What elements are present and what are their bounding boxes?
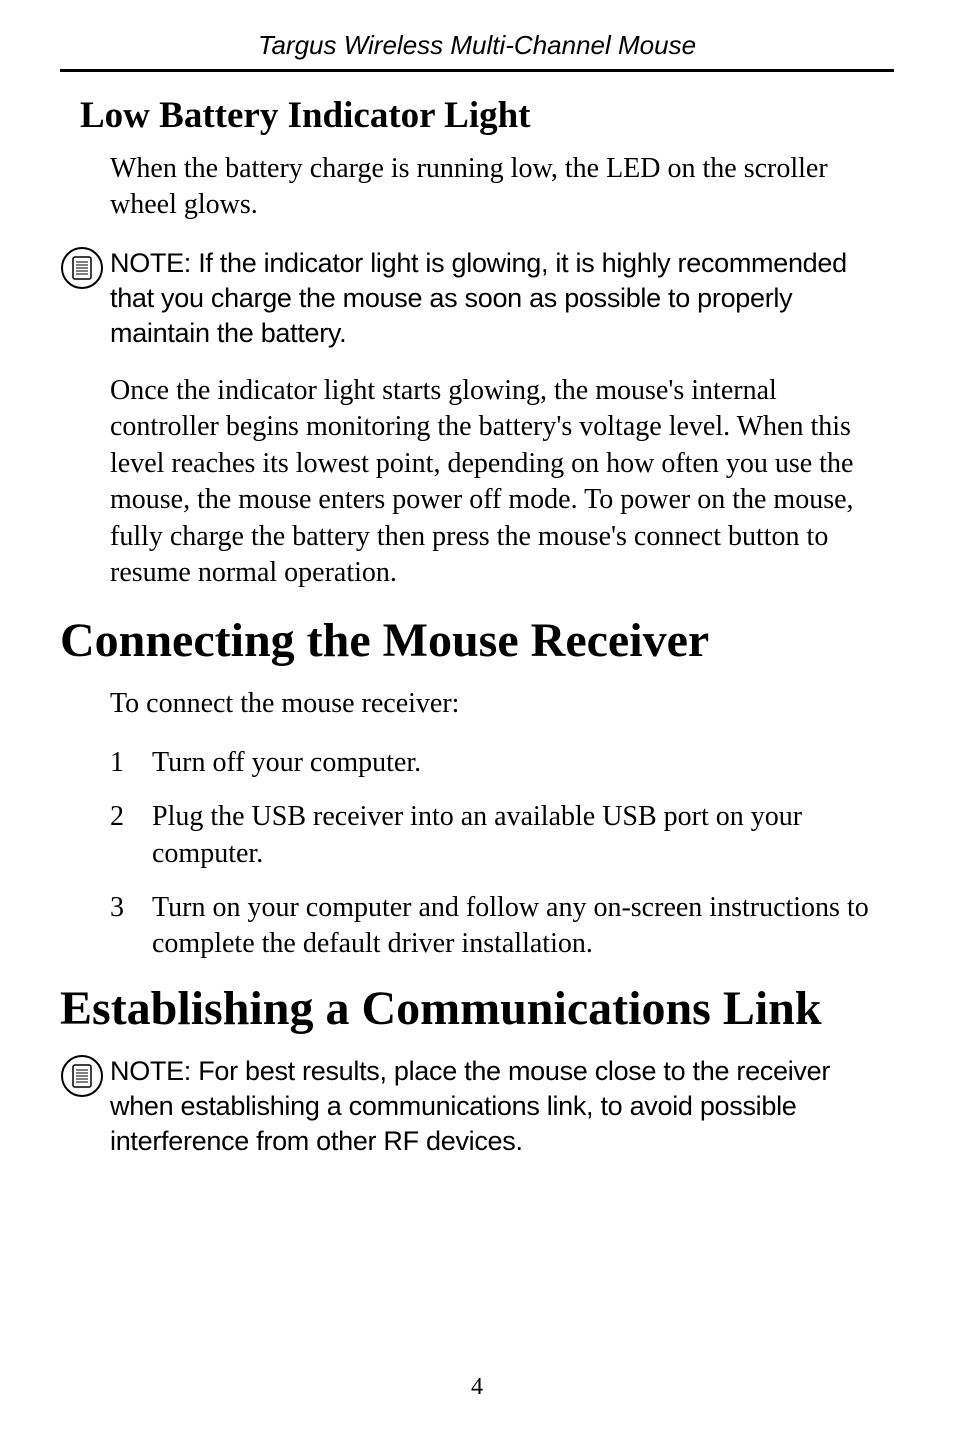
document-header: Targus Wireless Multi-Channel Mouse bbox=[60, 30, 894, 69]
establishing-heading: Establishing a Communications Link bbox=[60, 981, 894, 1036]
low-battery-para1: When the battery charge is running low, … bbox=[110, 151, 884, 224]
note-block-2: NOTE: For best results, place the mouse … bbox=[60, 1054, 894, 1159]
connecting-heading: Connecting the Mouse Receiver bbox=[60, 613, 894, 668]
step-text: Turn on your computer and follow any on-… bbox=[152, 890, 884, 963]
step-text: Plug the USB receiver into an available … bbox=[152, 799, 884, 872]
step-number: 1 bbox=[110, 745, 152, 781]
note-block-1: NOTE: If the indicator light is glowing,… bbox=[60, 246, 894, 351]
note-text-1: NOTE: If the indicator light is glowing,… bbox=[110, 246, 894, 351]
steps-list: 1 Turn off your computer. 2 Plug the USB… bbox=[110, 745, 884, 963]
note-icon bbox=[60, 1054, 110, 1103]
step-text: Turn off your computer. bbox=[152, 745, 884, 781]
connecting-intro: To connect the mouse receiver: bbox=[110, 686, 884, 722]
list-item: 2 Plug the USB receiver into an availabl… bbox=[110, 799, 884, 872]
low-battery-heading: Low Battery Indicator Light bbox=[80, 94, 894, 137]
list-item: 3 Turn on your computer and follow any o… bbox=[110, 890, 884, 963]
note-icon bbox=[60, 246, 110, 295]
header-divider bbox=[60, 69, 894, 72]
step-number: 2 bbox=[110, 799, 152, 872]
page-number: 4 bbox=[0, 1374, 954, 1401]
list-item: 1 Turn off your computer. bbox=[110, 745, 884, 781]
step-number: 3 bbox=[110, 890, 152, 963]
note-text-2: NOTE: For best results, place the mouse … bbox=[110, 1054, 894, 1159]
low-battery-para2: Once the indicator light starts glowing,… bbox=[110, 373, 884, 591]
